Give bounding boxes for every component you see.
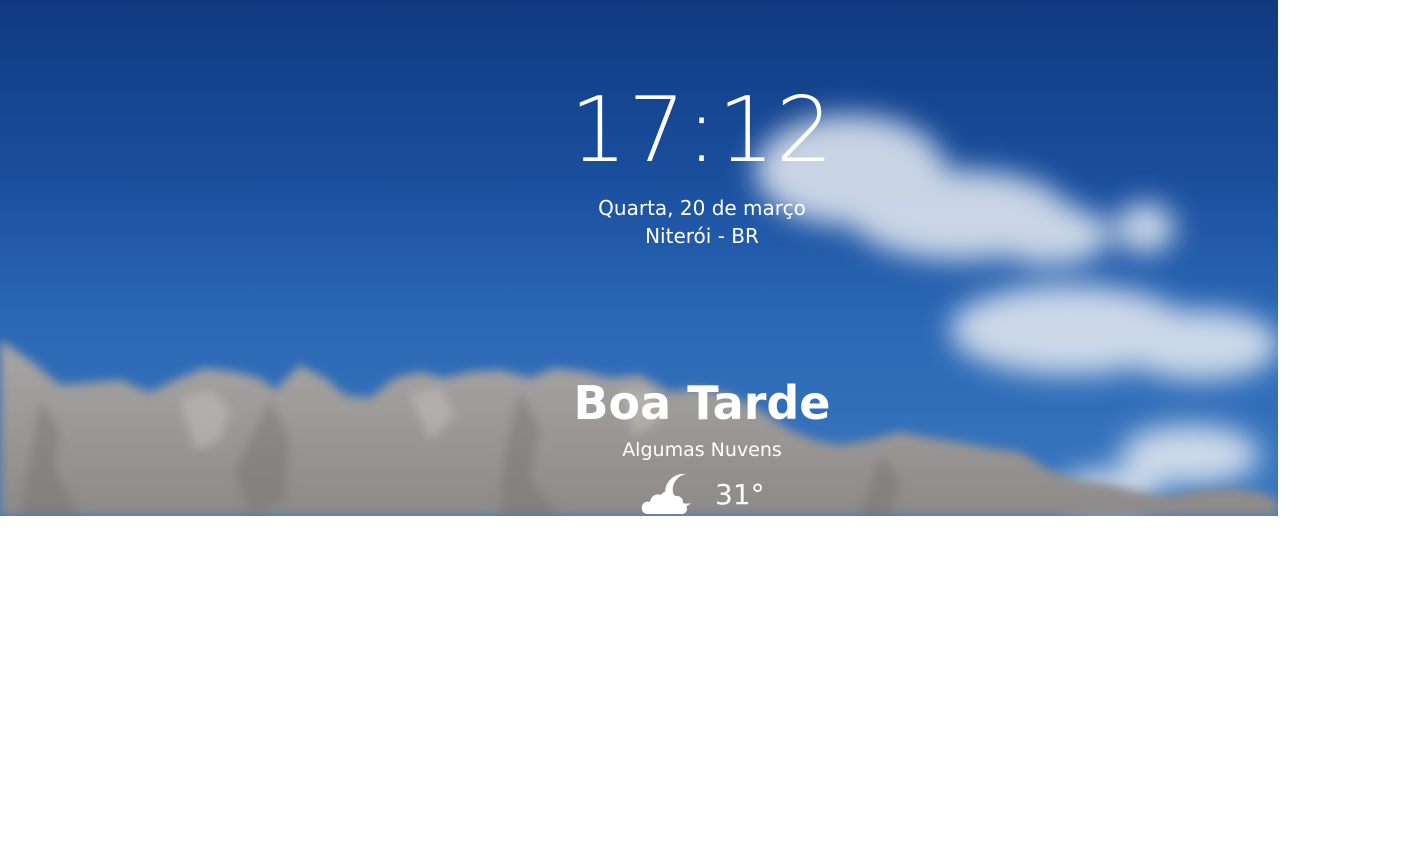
current-location: Niterói - BR — [645, 224, 759, 248]
cloud-moon-icon — [641, 473, 691, 514]
current-date: Quarta, 20 de março — [598, 196, 806, 220]
greeting-message: Boa Tarde — [573, 376, 831, 430]
temperature-value: 31° — [715, 478, 765, 511]
lockscreen-background: 17:12 Quarta, 20 de março Niterói - BR B… — [0, 0, 1278, 516]
clock-time: 17:12 — [569, 78, 835, 183]
weather-condition: Algumas Nuvens — [622, 439, 782, 461]
weather-summary: 31° — [640, 470, 780, 516]
